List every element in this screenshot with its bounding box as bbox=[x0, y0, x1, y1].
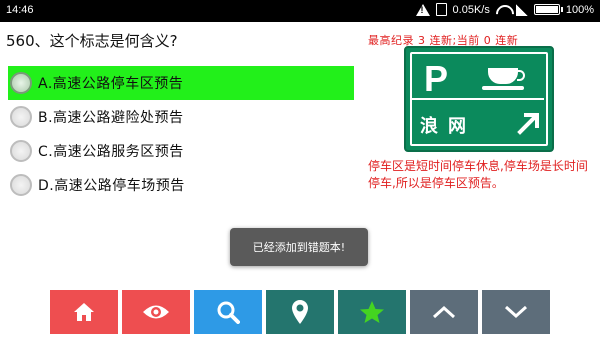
option-b[interactable]: B.高速公路避险处预告 bbox=[8, 100, 354, 134]
next-button[interactable] bbox=[482, 290, 550, 334]
radio-button[interactable] bbox=[10, 140, 32, 162]
favorite-button[interactable] bbox=[338, 290, 406, 334]
search-button[interactable] bbox=[194, 290, 262, 334]
wifi-icon bbox=[496, 5, 510, 15]
option-label: B.高速公路避险处预告 bbox=[38, 110, 184, 126]
search-icon bbox=[217, 301, 240, 324]
sim-card-icon bbox=[435, 3, 447, 16]
chevron-down-icon bbox=[504, 305, 528, 319]
home-button[interactable] bbox=[50, 290, 118, 334]
eye-icon bbox=[143, 305, 169, 319]
home-icon bbox=[74, 303, 94, 321]
option-a[interactable]: A.高速公路停车区预告 bbox=[8, 66, 354, 100]
location-button[interactable] bbox=[266, 290, 334, 334]
arrow-up-right-icon bbox=[517, 113, 539, 135]
signal-icon bbox=[515, 3, 528, 16]
sign-place-name: 浪网 bbox=[420, 116, 476, 137]
status-bar: 14:46 0.05K/s 100% bbox=[0, 0, 600, 22]
battery-icon bbox=[533, 4, 563, 15]
warning-icon bbox=[415, 3, 430, 16]
radio-button[interactable] bbox=[10, 72, 32, 94]
star-icon bbox=[360, 301, 384, 323]
sign-top-panel: P bbox=[410, 52, 544, 100]
radio-button[interactable] bbox=[10, 174, 32, 196]
saucer-icon bbox=[482, 86, 524, 90]
status-icons: 0.05K/s 100% bbox=[415, 3, 594, 16]
road-sign-image: P 浪网 bbox=[404, 46, 554, 152]
parking-symbol: P bbox=[424, 58, 449, 99]
coffee-cup-icon bbox=[488, 68, 525, 84]
option-label: D.高速公路停车场预告 bbox=[38, 178, 185, 194]
answer-explanation: 停车区是短时间停车休息,停车场是长时间停车,所以是停车区预告。 bbox=[368, 159, 588, 190]
view-answer-button[interactable] bbox=[122, 290, 190, 334]
option-label: A.高速公路停车区预告 bbox=[38, 76, 184, 92]
question-text: 560、这个标志是何含义? bbox=[6, 32, 178, 50]
map-pin-icon bbox=[292, 300, 308, 324]
bottom-toolbar bbox=[50, 290, 550, 334]
previous-button[interactable] bbox=[410, 290, 478, 334]
option-c[interactable]: C.高速公路服务区预告 bbox=[8, 134, 354, 168]
option-d[interactable]: D.高速公路停车场预告 bbox=[8, 168, 354, 202]
status-time: 14:46 bbox=[6, 4, 34, 16]
radio-button[interactable] bbox=[10, 106, 32, 128]
toast-message: 已经添加到错题本! bbox=[230, 228, 368, 266]
battery-level: 100% bbox=[565, 3, 594, 16]
answer-options: A.高速公路停车区预告 B.高速公路避险处预告 C.高速公路服务区预告 D.高速… bbox=[8, 66, 354, 202]
chevron-up-icon bbox=[432, 305, 456, 319]
option-label: C.高速公路服务区预告 bbox=[38, 144, 184, 160]
network-speed: 0.05K/s bbox=[452, 3, 490, 16]
